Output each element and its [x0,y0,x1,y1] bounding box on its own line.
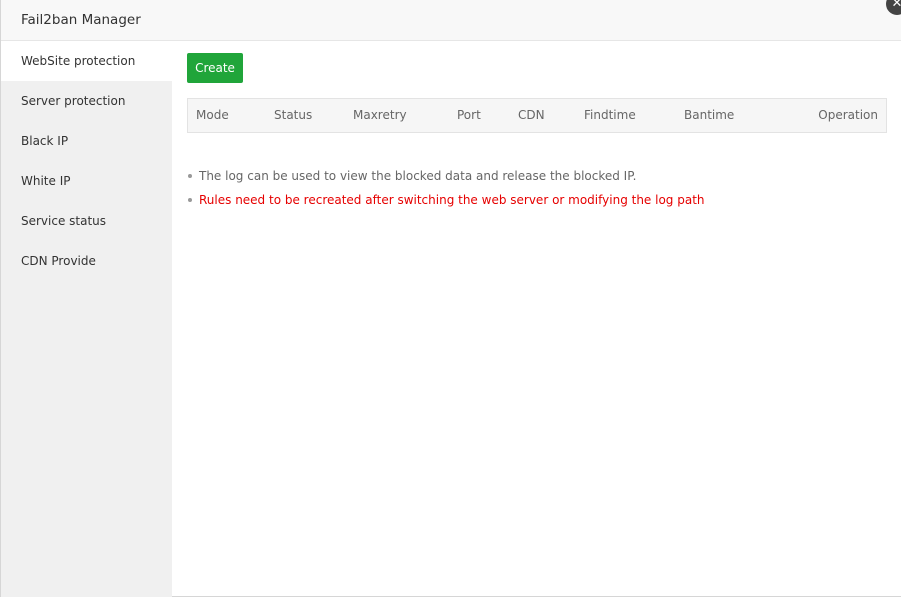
help-notes: The log can be used to view the blocked … [187,167,887,215]
sidebar-item-server-protection[interactable]: Server protection [1,81,172,121]
table-header: Mode Status Maxretry Port CDN Findtime B… [187,98,887,133]
window-title: Fail2ban Manager [21,12,141,28]
column-header-port: Port [457,108,481,122]
bullet-icon [188,174,192,178]
warning-note-text: Rules need to be recreated after switchi… [199,193,705,207]
help-note: The log can be used to view the blocked … [187,167,887,191]
main-content: Create Mode Status Maxretry Port CDN Fin… [172,41,901,597]
sidebar-item-black-ip[interactable]: Black IP [1,121,172,161]
column-header-maxretry: Maxretry [353,108,407,122]
column-header-operation: Operation [818,108,878,122]
column-header-status: Status [274,108,313,122]
close-icon[interactable]: ✕ [886,0,901,15]
column-header-findtime: Findtime [584,108,636,122]
help-note-text: The log can be used to view the blocked … [199,169,637,183]
column-header-mode: Mode [196,108,229,122]
warning-note: Rules need to be recreated after switchi… [187,191,887,215]
column-header-bantime: Bantime [684,108,735,122]
sidebar-item-service-status[interactable]: Service status [1,201,172,241]
column-header-cdn: CDN [518,108,545,122]
sidebar-item-website-protection[interactable]: WebSite protection [1,41,172,81]
create-button[interactable]: Create [187,53,243,83]
sidebar: WebSite protection Server protection Bla… [1,41,172,597]
bullet-icon [188,198,192,202]
sidebar-item-cdn-provide[interactable]: CDN Provide [1,241,172,281]
sidebar-item-white-ip[interactable]: White IP [1,161,172,201]
fail2ban-dialog: Fail2ban Manager ✕ WebSite protection Se… [0,0,901,597]
titlebar: Fail2ban Manager ✕ [1,0,901,41]
